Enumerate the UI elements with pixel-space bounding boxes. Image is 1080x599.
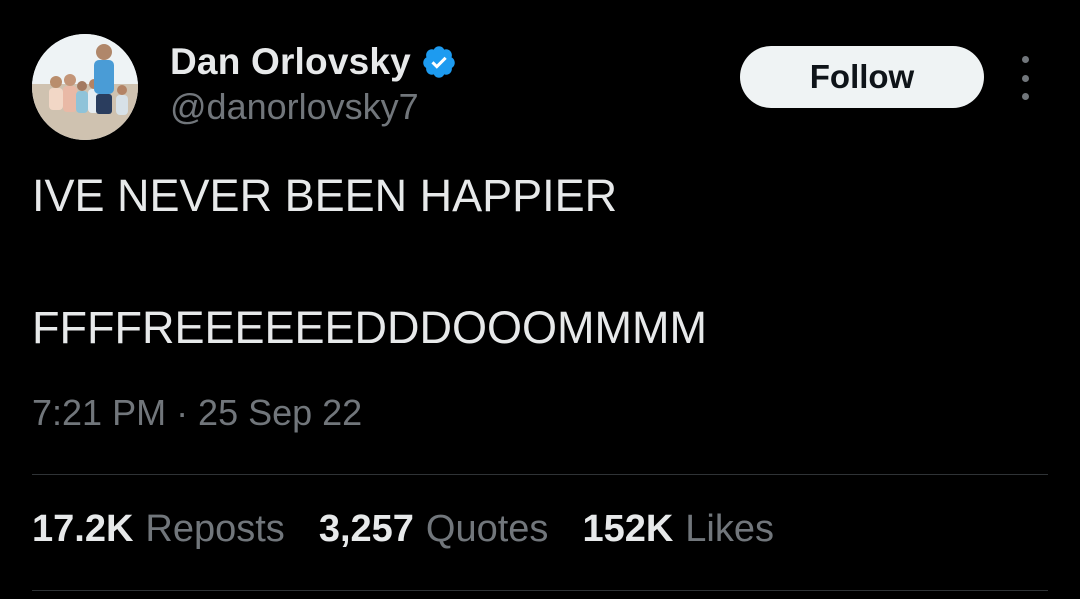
more-dot [1021, 56, 1029, 63]
likes-stat[interactable]: 152K Likes [582, 508, 774, 551]
quotes-label: Quotes [425, 508, 549, 550]
tweet-text-line: FFFFREEEEEEDDDOOOMMMM [32, 302, 707, 353]
reposts-label: Reposts [145, 508, 285, 550]
more-dot [1021, 74, 1029, 82]
avatar[interactable] [32, 34, 138, 140]
display-name[interactable]: Dan Orlovsky [170, 41, 411, 83]
tweet-text-line: IVE NEVER BEEN HAPPIER [32, 170, 618, 221]
author-info: Dan Orlovsky @danorlovsky7 [170, 40, 457, 128]
quotes-stat[interactable]: 3,257 Quotes [319, 508, 549, 551]
likes-label: Likes [685, 508, 774, 550]
more-vertical-icon[interactable] [1010, 56, 1040, 100]
engagement-stats: 17.2K Reposts 3,257 Quotes 152K Likes [32, 508, 808, 551]
display-name-row: Dan Orlovsky [170, 40, 457, 84]
reposts-stat[interactable]: 17.2K Reposts [32, 508, 285, 551]
divider [32, 474, 1048, 475]
more-dot [1021, 93, 1029, 100]
tweet-card: Dan Orlovsky @danorlovsky7 Follow IVE NE… [0, 0, 1080, 599]
tweet-text: IVE NEVER BEEN HAPPIER FFFFREEEEEEDDDOOO… [32, 168, 1032, 356]
line-break [32, 224, 1032, 300]
divider [32, 590, 1048, 591]
likes-count: 152K [582, 508, 674, 550]
profile-photo-avatar [32, 34, 138, 140]
tweet-header: Dan Orlovsky @danorlovsky7 Follow [32, 34, 1048, 144]
tweet-timestamp[interactable]: 7:21 PM · 25 Sep 22 [32, 392, 362, 434]
reposts-count: 17.2K [32, 508, 134, 550]
verified-badge-icon[interactable] [421, 44, 457, 80]
quotes-count: 3,257 [318, 508, 414, 550]
follow-button[interactable]: Follow [740, 46, 984, 108]
author-handle[interactable]: @danorlovsky7 [170, 86, 457, 128]
